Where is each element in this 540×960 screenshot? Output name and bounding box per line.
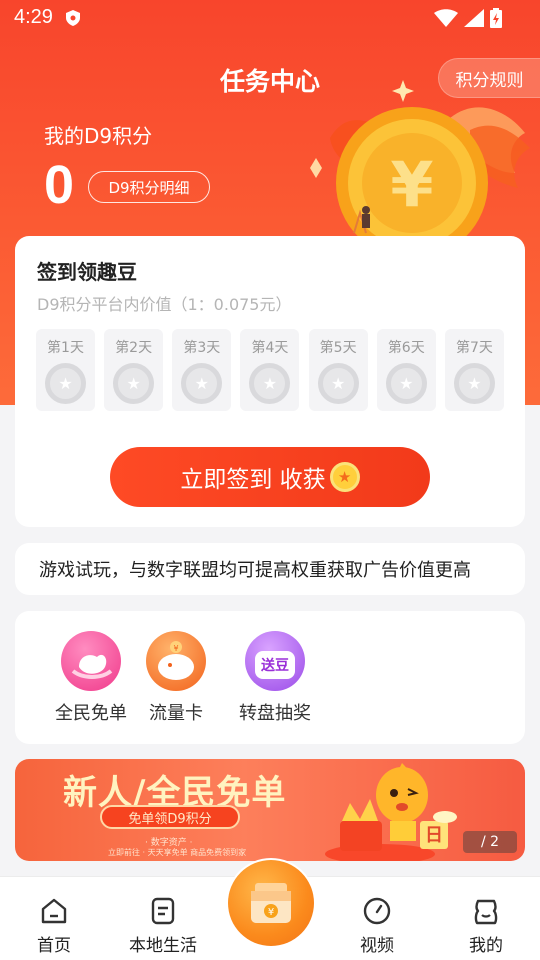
gold-coin-illustration: ¥ [310, 80, 530, 258]
star-coin-icon: ★ [45, 363, 86, 404]
battery-icon [490, 8, 502, 28]
svg-text:¥: ¥ [173, 644, 178, 653]
signin-title: 签到领趣豆 [37, 260, 137, 284]
signin-button-label: 立即签到 收获 [180, 467, 326, 493]
star-coin-icon: ★ [385, 363, 427, 404]
notice-bar: 游戏试玩，与数字联盟均可提高权重获取广告价值更高 [15, 543, 525, 595]
day-cell: 第3天 ★ [172, 329, 232, 411]
nav-label: 视频 [360, 936, 394, 956]
day-cell: 第2天 ★ [104, 329, 164, 411]
star-coin-icon: ★ [453, 363, 495, 404]
svg-text:¥: ¥ [390, 148, 433, 221]
mascot-illustration: 日 [325, 763, 457, 861]
feature-label: 流量卡 [149, 703, 203, 724]
lucky-wheel-icon: 送豆 [245, 631, 305, 691]
free-order-icon [61, 631, 121, 691]
banner-pill-button[interactable]: 免单领D9积分 [100, 805, 240, 829]
promo-banner[interactable]: 新人/全民免单 免单领D9积分 · 数字资产 · 立即前往 · 天天享免单 商品… [15, 759, 525, 861]
star-coin-icon: ★ [113, 363, 155, 404]
signin-card: 签到领趣豆 D9积分平台内价值（1：0.075元） 第1天 ★ 第2天 ★ 第3天 ★… [15, 236, 525, 527]
signal-icon [464, 9, 484, 27]
banner-page-indicator: / 2 [463, 831, 517, 853]
signin-subtitle: D9积分平台内价值（1：0.075元） [37, 295, 292, 314]
feature-lucky-wheel[interactable]: 送豆 转盘抽奖 [225, 631, 325, 725]
signin-button[interactable]: 立即签到 收获 ★ [110, 447, 430, 507]
day-cell: 第1天 ★ [36, 329, 95, 411]
compass-icon [363, 897, 391, 925]
nav-video[interactable]: 视频 [327, 895, 427, 956]
nav-label: 本地生活 [129, 936, 197, 956]
nav-local-life[interactable]: 本地生活 [113, 895, 213, 956]
star-coin-icon: ★ [249, 363, 291, 404]
feature-data-card[interactable]: ¥ 流量卡 [126, 631, 226, 725]
feature-grid: 全民免单 ¥ 流量卡 送豆 转盘抽奖 [15, 611, 525, 744]
nav-label: 我的 [469, 936, 503, 956]
piggy-bank-icon: ¥ [146, 631, 206, 691]
day-cell: 第7天 ★ [444, 329, 504, 411]
day-cell: 第4天 ★ [240, 329, 300, 411]
star-coin-icon: ★ [181, 363, 223, 404]
shield-icon [66, 10, 80, 26]
nav-label: 首页 [37, 936, 71, 956]
nav-home[interactable]: 首页 [4, 895, 104, 956]
points-value: 0 [44, 155, 75, 215]
day-cell: 第5天 ★ [308, 329, 368, 411]
profile-icon [474, 899, 498, 925]
day-cell: 第6天 ★ [376, 329, 436, 411]
svg-text:日: 日 [425, 825, 443, 846]
signin-days: 第1天 ★ 第2天 ★ 第3天 ★ 第4天 ★ 第5天 ★ 第6天 ★ 第7天 ★ [36, 329, 504, 411]
document-icon [151, 897, 175, 925]
star-coin-icon: ★ [329, 462, 360, 492]
feature-label: 转盘抽奖 [239, 703, 311, 724]
status-time: 4:29 [14, 6, 53, 28]
center-action-button[interactable]: ¥ [226, 858, 316, 948]
lucky-wheel-badge: 送豆 [255, 651, 295, 679]
star-coin-icon: ★ [317, 363, 359, 404]
svg-text:¥: ¥ [268, 907, 274, 918]
nav-profile[interactable]: 我的 [436, 895, 536, 956]
wifi-icon [434, 9, 458, 27]
points-label: 我的D9积分 [44, 124, 153, 148]
notice-text: 游戏试玩，与数字联盟均可提高权重获取广告价值更高 [39, 560, 471, 581]
home-icon [41, 898, 67, 924]
wallet-icon: ¥ [228, 860, 314, 946]
banner-footnote: 立即前往 · 天天享免单 商品免费领到家 [108, 848, 247, 857]
status-bar: 4:29 [0, 0, 540, 36]
points-detail-button[interactable]: D9积分明细 [88, 171, 210, 203]
